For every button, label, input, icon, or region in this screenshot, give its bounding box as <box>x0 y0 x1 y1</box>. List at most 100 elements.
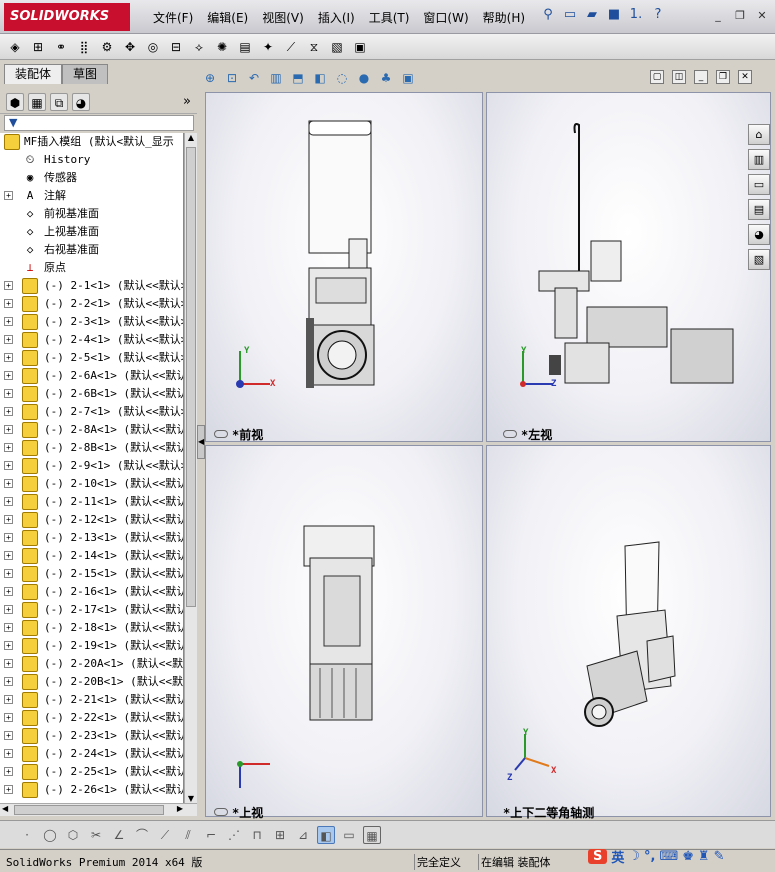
tree-item-part[interactable]: + (-) 2-18<1> (默认<<默认 <box>0 619 183 637</box>
wrench-icon[interactable]: ✎ <box>714 849 725 864</box>
circle-icon[interactable]: ◯ <box>41 826 59 844</box>
construction-icon[interactable]: ⋰ <box>225 826 243 844</box>
tree-item-part[interactable]: + (-) 2-7<1> (默认<<默认> <box>0 403 183 421</box>
property-manager-icon[interactable]: ▦ <box>28 92 46 111</box>
expand-toggle[interactable]: + <box>4 443 13 452</box>
tree-item-part[interactable]: + (-) 2-26<1> (默认<<默认 <box>0 781 183 799</box>
tab-assembly[interactable]: 装配体 <box>4 64 63 84</box>
corner-icon[interactable]: ⌐ <box>202 826 220 844</box>
filter-field[interactable]: ▼ <box>4 115 194 131</box>
expand-toggle[interactable]: + <box>4 425 13 434</box>
tree-item-origin[interactable]: ⊥ 原点 <box>0 259 183 277</box>
display-mode-icon[interactable]: ◧ <box>317 825 335 844</box>
menu-view[interactable]: 视图(V) <box>255 9 311 26</box>
expand-toggle[interactable]: + <box>4 731 13 740</box>
angle-icon[interactable]: ∠ <box>110 826 128 844</box>
tree-item-annotations[interactable]: + A 注解 <box>0 187 183 205</box>
tree-item-part[interactable]: + (-) 2-20A<1> (默认<<默认 <box>0 655 183 673</box>
expand-toggle[interactable]: + <box>4 641 13 650</box>
expand-toggle[interactable]: + <box>4 407 13 416</box>
feature-manager-icon[interactable]: ⬢ <box>6 92 24 111</box>
expand-toggle[interactable]: + <box>4 335 13 344</box>
expand-toggle[interactable]: + <box>4 659 13 668</box>
shirt-icon[interactable]: ♜ <box>698 849 710 864</box>
tree-item-part[interactable]: + (-) 2-11<1> (默认<<默认 <box>0 493 183 511</box>
tree-item-part[interactable]: + (-) 2-2<1> (默认<<默认> <box>0 295 183 313</box>
file-explorer-icon[interactable]: ▭ <box>748 174 770 195</box>
moon-icon[interactable]: ☽ <box>628 849 640 864</box>
expand-toggle[interactable]: + <box>4 533 13 542</box>
tree-item-part[interactable]: + (-) 2-9<1> (默认<<默认> <box>0 457 183 475</box>
tree-item-part[interactable]: + (-) 2-16<1> (默认<<默认 <box>0 583 183 601</box>
tree-item-part[interactable]: + (-) 2-17<1> (默认<<默认 <box>0 601 183 619</box>
tree-horizontal-scrollbar[interactable]: ◀ ▶ <box>0 803 197 816</box>
expand-toggle[interactable]: + <box>4 515 13 524</box>
view-settings-icon[interactable]: ▣ <box>399 69 417 87</box>
ime-language[interactable]: 英 <box>611 847 624 866</box>
tree-item-part[interactable]: + (-) 2-12<1> (默认<<默认 <box>0 511 183 529</box>
tree-vertical-scrollbar[interactable]: ▲ ▼ <box>184 133 197 803</box>
expand-toggle[interactable]: + <box>4 623 13 632</box>
viewport-front[interactable]: Y X *前视 <box>205 92 483 442</box>
tree-item-part[interactable]: + (-) 2-3<1> (默认<<默认> <box>0 313 183 331</box>
expand-toggle[interactable]: + <box>4 749 13 758</box>
expand-toggle[interactable]: + <box>4 551 13 560</box>
expand-toggle[interactable]: + <box>4 461 13 470</box>
view-orientation-icon[interactable]: ⬒ <box>289 69 307 87</box>
tree-item-part[interactable]: + (-) 2-25<1> (默认<<默认 <box>0 763 183 781</box>
trim-icon[interactable]: ✂ <box>87 826 105 844</box>
expand-toggle[interactable]: + <box>4 569 13 578</box>
offset-icon[interactable]: ⫽ <box>179 826 197 844</box>
tree-item-front-plane[interactable]: ◇ 前视基准面 <box>0 205 183 223</box>
exploded-view-icon[interactable]: ✦ <box>259 38 277 56</box>
expand-toggle[interactable]: + <box>4 317 13 326</box>
viewport-minimize-icon[interactable]: _ <box>694 70 708 84</box>
tree-item-part[interactable]: + (-) 2-6A<1> (默认<<默认 <box>0 367 183 385</box>
expand-toggle[interactable]: + <box>4 353 13 362</box>
tree-item-sensors[interactable]: ◉ 传感器 <box>0 169 183 187</box>
scroll-thumb[interactable] <box>186 147 196 607</box>
close-icon[interactable]: ✕ <box>755 9 769 23</box>
tree-item-part[interactable]: + (-) 2-4<1> (默认<<默认> <box>0 331 183 349</box>
expand-toggle[interactable]: + <box>4 677 13 686</box>
zoom-to-fit-icon[interactable]: ⊕ <box>201 69 219 87</box>
viewport-left[interactable]: Y Z *左视 <box>486 92 771 442</box>
minimize-icon[interactable]: _ <box>711 9 725 23</box>
scroll-thumb[interactable] <box>14 805 164 815</box>
apply-scene-icon[interactable]: ♣ <box>377 69 395 87</box>
tree-item-part[interactable]: + (-) 2-13<1> (默认<<默认 <box>0 529 183 547</box>
hide-show-icon[interactable]: ◌ <box>333 69 351 87</box>
scroll-left-icon[interactable]: ◀ <box>2 804 8 813</box>
configuration-manager-icon[interactable]: ⧉ <box>50 92 68 111</box>
design-library-icon[interactable]: ▥ <box>748 149 770 170</box>
expand-toggle[interactable]: + <box>4 479 13 488</box>
menu-insert[interactable]: 插入(I) <box>311 9 362 26</box>
assembly-features-icon[interactable]: ⊟ <box>167 38 185 56</box>
punctuation-icon[interactable]: °, <box>644 849 655 864</box>
smart-fastener-icon[interactable]: ⚙ <box>98 38 116 56</box>
section-view-icon[interactable]: ▥ <box>267 69 285 87</box>
help-icon[interactable]: ? <box>650 6 666 24</box>
menu-window[interactable]: 窗口(W) <box>416 9 475 26</box>
expand-toggle[interactable]: + <box>4 605 13 614</box>
expand-toggle[interactable]: + <box>4 299 13 308</box>
solidworks-logo[interactable]: SOLIDWORKS <box>4 3 130 31</box>
expand-toggle[interactable]: + <box>4 695 13 704</box>
save-icon[interactable]: ■ <box>606 6 622 24</box>
grid-icon[interactable]: ⊞ <box>271 826 289 844</box>
scroll-right-icon[interactable]: ▶ <box>177 804 183 813</box>
expand-panel-icon[interactable]: » <box>183 94 191 109</box>
skin-icon[interactable]: ♚ <box>682 849 694 864</box>
tree-item-part[interactable]: + (-) 2-1<1> (默认<<默认> <box>0 277 183 295</box>
panel-splitter[interactable]: ◀ <box>197 425 205 459</box>
tree-item-part[interactable]: + (-) 2-20B<1> (默认<<默认 <box>0 673 183 691</box>
menu-tools[interactable]: 工具(T) <box>362 9 417 26</box>
show-hidden-icon[interactable]: ◎ <box>144 38 162 56</box>
tree-item-part[interactable]: + (-) 2-24<1> (默认<<默认 <box>0 745 183 763</box>
viewport-top[interactable]: *上视 <box>205 445 483 820</box>
assembly-icon[interactable]: ◈ <box>6 38 24 56</box>
move-component-icon[interactable]: ✥ <box>121 38 139 56</box>
tree-item-part[interactable]: + (-) 2-5<1> (默认<<默认> <box>0 349 183 367</box>
tree-item-part[interactable]: + (-) 2-8B<1> (默认<<默认 <box>0 439 183 457</box>
insert-component-icon[interactable]: ⊞ <box>29 38 47 56</box>
